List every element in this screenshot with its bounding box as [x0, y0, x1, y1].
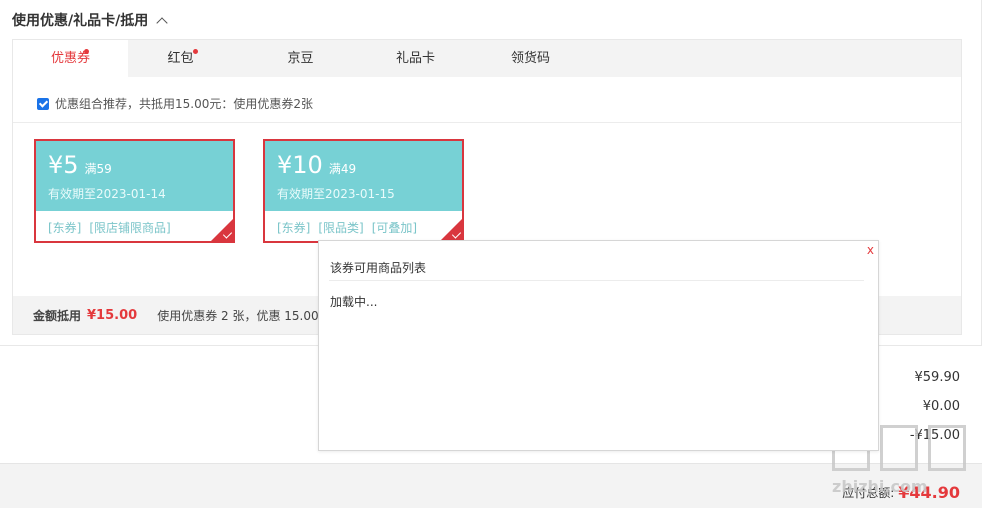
tab-label: 红包: [167, 51, 194, 66]
coupon-validity: 有效期至2023-01-14: [48, 187, 166, 201]
coupon-tags: [东券] [限店铺限商品]: [48, 219, 171, 236]
coupon-amount: ¥10 满49: [277, 151, 356, 179]
notification-dot-icon: [84, 49, 89, 54]
watermark-glyph: [928, 425, 966, 471]
tab-label: 礼品卡: [395, 51, 435, 66]
popup-title: 该券可用商品列表: [330, 261, 427, 275]
price-shipping: ¥0.00: [922, 399, 960, 414]
coupon-tag[interactable]: [限品类]: [318, 219, 363, 236]
summary-label: 金额抵用: [33, 308, 82, 323]
coupon-tag: [限店铺限商品]: [89, 221, 171, 235]
coupon-tag: [东券]: [48, 221, 82, 235]
summary-detail: 使用优惠券 2 张，优惠 15.00 元: [157, 308, 335, 323]
notification-dot-icon: [193, 49, 198, 54]
tab-label: 京豆: [287, 51, 314, 66]
chevron-up-icon[interactable]: [156, 16, 168, 29]
popup-divider: [329, 280, 864, 281]
watermark-site: zhizhi.com: [832, 477, 928, 496]
watermark-glyph: [880, 425, 918, 471]
coupon-value: ¥5: [48, 151, 79, 179]
loading-text: 加载中...: [330, 295, 378, 309]
coupon-header: ¥5 满59 有效期至2023-01-14: [36, 141, 233, 211]
coupon-validity: 有效期至2023-01-15: [277, 187, 395, 201]
tab-coupons[interactable]: 优惠券: [13, 40, 128, 77]
tab-red-packet[interactable]: 红包: [128, 40, 233, 77]
coupon-tag: [东券]: [277, 221, 311, 235]
tab-redeem-code[interactable]: 领货码: [483, 40, 578, 77]
section-title[interactable]: 使用优惠/礼品卡/抵用: [12, 10, 168, 30]
coupon-value: ¥10: [277, 151, 323, 179]
summary-amount: ¥15.00: [87, 307, 138, 323]
coupon-header: ¥10 满49 有效期至2023-01-15: [265, 141, 462, 211]
section-title-text: 使用优惠/礼品卡/抵用: [12, 13, 149, 29]
close-icon[interactable]: x: [867, 243, 874, 257]
recommend-checkbox[interactable]: [37, 97, 49, 110]
coupon-amount: ¥5 满59: [48, 151, 112, 179]
recommend-text: 优惠组合推荐，共抵用15.00元：使用优惠券2张: [55, 97, 313, 111]
price-goods: ¥59.90: [914, 370, 961, 385]
divider: [13, 122, 961, 123]
tab-gift-card[interactable]: 礼品卡: [368, 40, 463, 77]
coupon-condition: 满59: [84, 162, 112, 176]
coupon-card[interactable]: ¥10 满49 有效期至2023-01-15 [东券] [限品类] [可叠加]: [263, 139, 464, 243]
coupon-tag: [可叠加]: [371, 221, 418, 235]
coupon-tags: [东券] [限品类] [可叠加]: [277, 219, 417, 236]
tab-label: 领货码: [510, 51, 550, 66]
tab-bar: 优惠券 红包 京豆 礼品卡 领货码: [13, 40, 961, 77]
coupon-card[interactable]: ¥5 满59 有效期至2023-01-14 [东券] [限店铺限商品]: [34, 139, 235, 243]
coupon-condition: 满49: [328, 162, 357, 176]
tab-jd-beans[interactable]: 京豆: [253, 40, 348, 77]
recommend-combo[interactable]: 优惠组合推荐，共抵用15.00元：使用优惠券2张: [37, 95, 313, 112]
coupon-products-popup: x 该券可用商品列表 加载中...: [318, 240, 879, 451]
